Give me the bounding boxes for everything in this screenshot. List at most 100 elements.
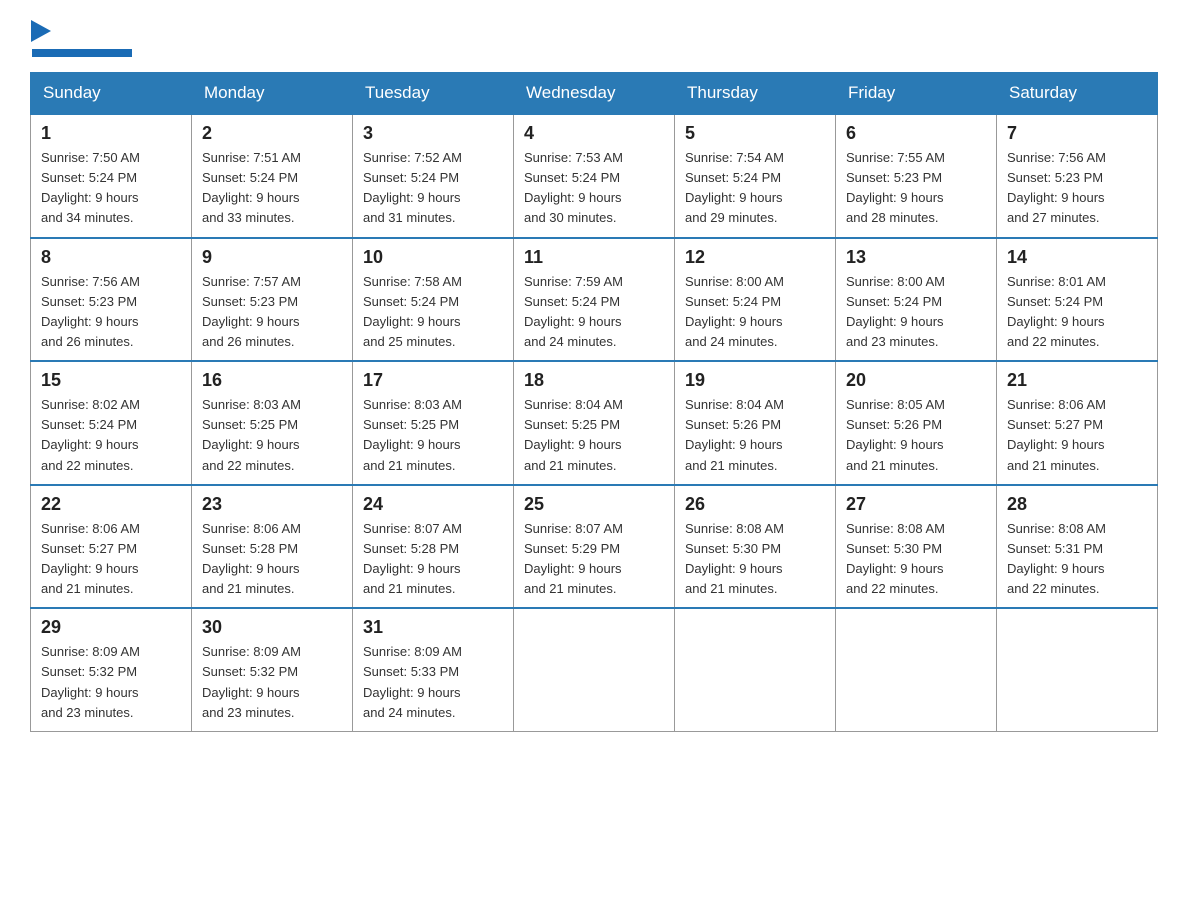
calendar-day-22: 22 Sunrise: 8:06 AM Sunset: 5:27 PM Dayl… bbox=[31, 485, 192, 609]
calendar-day-29: 29 Sunrise: 8:09 AM Sunset: 5:32 PM Dayl… bbox=[31, 608, 192, 731]
logo-triangle-icon bbox=[31, 20, 51, 42]
day-info: Sunrise: 7:54 AM Sunset: 5:24 PM Dayligh… bbox=[685, 148, 825, 229]
day-info: Sunrise: 8:06 AM Sunset: 5:28 PM Dayligh… bbox=[202, 519, 342, 600]
day-info: Sunrise: 8:09 AM Sunset: 5:33 PM Dayligh… bbox=[363, 642, 503, 723]
day-number: 9 bbox=[202, 247, 342, 268]
day-number: 14 bbox=[1007, 247, 1147, 268]
day-number: 8 bbox=[41, 247, 181, 268]
day-number: 17 bbox=[363, 370, 503, 391]
empty-cell bbox=[997, 608, 1158, 731]
calendar-day-23: 23 Sunrise: 8:06 AM Sunset: 5:28 PM Dayl… bbox=[192, 485, 353, 609]
calendar-day-19: 19 Sunrise: 8:04 AM Sunset: 5:26 PM Dayl… bbox=[675, 361, 836, 485]
calendar-day-8: 8 Sunrise: 7:56 AM Sunset: 5:23 PM Dayli… bbox=[31, 238, 192, 362]
day-info: Sunrise: 8:08 AM Sunset: 5:30 PM Dayligh… bbox=[846, 519, 986, 600]
day-number: 21 bbox=[1007, 370, 1147, 391]
day-info: Sunrise: 7:50 AM Sunset: 5:24 PM Dayligh… bbox=[41, 148, 181, 229]
calendar-day-9: 9 Sunrise: 7:57 AM Sunset: 5:23 PM Dayli… bbox=[192, 238, 353, 362]
empty-cell bbox=[675, 608, 836, 731]
calendar-day-11: 11 Sunrise: 7:59 AM Sunset: 5:24 PM Dayl… bbox=[514, 238, 675, 362]
calendar-day-26: 26 Sunrise: 8:08 AM Sunset: 5:30 PM Dayl… bbox=[675, 485, 836, 609]
calendar-day-31: 31 Sunrise: 8:09 AM Sunset: 5:33 PM Dayl… bbox=[353, 608, 514, 731]
day-info: Sunrise: 8:08 AM Sunset: 5:31 PM Dayligh… bbox=[1007, 519, 1147, 600]
day-info: Sunrise: 7:53 AM Sunset: 5:24 PM Dayligh… bbox=[524, 148, 664, 229]
day-number: 27 bbox=[846, 494, 986, 515]
day-number: 10 bbox=[363, 247, 503, 268]
day-number: 23 bbox=[202, 494, 342, 515]
day-info: Sunrise: 8:07 AM Sunset: 5:29 PM Dayligh… bbox=[524, 519, 664, 600]
day-number: 11 bbox=[524, 247, 664, 268]
logo bbox=[30, 20, 132, 62]
calendar-day-2: 2 Sunrise: 7:51 AM Sunset: 5:24 PM Dayli… bbox=[192, 114, 353, 238]
day-number: 16 bbox=[202, 370, 342, 391]
day-number: 24 bbox=[363, 494, 503, 515]
page-header bbox=[30, 20, 1158, 62]
weekday-header-sunday: Sunday bbox=[31, 73, 192, 115]
weekday-header-saturday: Saturday bbox=[997, 73, 1158, 115]
day-info: Sunrise: 8:05 AM Sunset: 5:26 PM Dayligh… bbox=[846, 395, 986, 476]
calendar-day-18: 18 Sunrise: 8:04 AM Sunset: 5:25 PM Dayl… bbox=[514, 361, 675, 485]
day-number: 28 bbox=[1007, 494, 1147, 515]
day-info: Sunrise: 8:07 AM Sunset: 5:28 PM Dayligh… bbox=[363, 519, 503, 600]
calendar-week-row-5: 29 Sunrise: 8:09 AM Sunset: 5:32 PM Dayl… bbox=[31, 608, 1158, 731]
calendar-day-13: 13 Sunrise: 8:00 AM Sunset: 5:24 PM Dayl… bbox=[836, 238, 997, 362]
calendar-day-15: 15 Sunrise: 8:02 AM Sunset: 5:24 PM Dayl… bbox=[31, 361, 192, 485]
calendar-day-6: 6 Sunrise: 7:55 AM Sunset: 5:23 PM Dayli… bbox=[836, 114, 997, 238]
day-info: Sunrise: 7:59 AM Sunset: 5:24 PM Dayligh… bbox=[524, 272, 664, 353]
day-info: Sunrise: 8:06 AM Sunset: 5:27 PM Dayligh… bbox=[41, 519, 181, 600]
day-number: 29 bbox=[41, 617, 181, 638]
day-number: 22 bbox=[41, 494, 181, 515]
calendar-day-10: 10 Sunrise: 7:58 AM Sunset: 5:24 PM Dayl… bbox=[353, 238, 514, 362]
day-info: Sunrise: 8:00 AM Sunset: 5:24 PM Dayligh… bbox=[685, 272, 825, 353]
calendar-day-24: 24 Sunrise: 8:07 AM Sunset: 5:28 PM Dayl… bbox=[353, 485, 514, 609]
calendar-table: SundayMondayTuesdayWednesdayThursdayFrid… bbox=[30, 72, 1158, 732]
weekday-header-wednesday: Wednesday bbox=[514, 73, 675, 115]
day-number: 31 bbox=[363, 617, 503, 638]
day-info: Sunrise: 8:08 AM Sunset: 5:30 PM Dayligh… bbox=[685, 519, 825, 600]
weekday-header-row: SundayMondayTuesdayWednesdayThursdayFrid… bbox=[31, 73, 1158, 115]
weekday-header-tuesday: Tuesday bbox=[353, 73, 514, 115]
calendar-day-27: 27 Sunrise: 8:08 AM Sunset: 5:30 PM Dayl… bbox=[836, 485, 997, 609]
day-number: 25 bbox=[524, 494, 664, 515]
day-info: Sunrise: 8:09 AM Sunset: 5:32 PM Dayligh… bbox=[202, 642, 342, 723]
calendar-day-21: 21 Sunrise: 8:06 AM Sunset: 5:27 PM Dayl… bbox=[997, 361, 1158, 485]
day-info: Sunrise: 8:00 AM Sunset: 5:24 PM Dayligh… bbox=[846, 272, 986, 353]
calendar-week-row-4: 22 Sunrise: 8:06 AM Sunset: 5:27 PM Dayl… bbox=[31, 485, 1158, 609]
day-info: Sunrise: 7:51 AM Sunset: 5:24 PM Dayligh… bbox=[202, 148, 342, 229]
day-info: Sunrise: 8:06 AM Sunset: 5:27 PM Dayligh… bbox=[1007, 395, 1147, 476]
day-info: Sunrise: 8:03 AM Sunset: 5:25 PM Dayligh… bbox=[202, 395, 342, 476]
day-info: Sunrise: 8:02 AM Sunset: 5:24 PM Dayligh… bbox=[41, 395, 181, 476]
day-number: 4 bbox=[524, 123, 664, 144]
day-number: 3 bbox=[363, 123, 503, 144]
calendar-week-row-1: 1 Sunrise: 7:50 AM Sunset: 5:24 PM Dayli… bbox=[31, 114, 1158, 238]
calendar-day-14: 14 Sunrise: 8:01 AM Sunset: 5:24 PM Dayl… bbox=[997, 238, 1158, 362]
day-number: 18 bbox=[524, 370, 664, 391]
day-number: 1 bbox=[41, 123, 181, 144]
calendar-day-16: 16 Sunrise: 8:03 AM Sunset: 5:25 PM Dayl… bbox=[192, 361, 353, 485]
calendar-day-7: 7 Sunrise: 7:56 AM Sunset: 5:23 PM Dayli… bbox=[997, 114, 1158, 238]
day-info: Sunrise: 8:04 AM Sunset: 5:25 PM Dayligh… bbox=[524, 395, 664, 476]
day-info: Sunrise: 7:52 AM Sunset: 5:24 PM Dayligh… bbox=[363, 148, 503, 229]
day-info: Sunrise: 8:01 AM Sunset: 5:24 PM Dayligh… bbox=[1007, 272, 1147, 353]
day-info: Sunrise: 8:09 AM Sunset: 5:32 PM Dayligh… bbox=[41, 642, 181, 723]
day-number: 20 bbox=[846, 370, 986, 391]
day-number: 19 bbox=[685, 370, 825, 391]
day-info: Sunrise: 8:04 AM Sunset: 5:26 PM Dayligh… bbox=[685, 395, 825, 476]
calendar-week-row-2: 8 Sunrise: 7:56 AM Sunset: 5:23 PM Dayli… bbox=[31, 238, 1158, 362]
logo-underline-icon bbox=[32, 49, 132, 57]
weekday-header-monday: Monday bbox=[192, 73, 353, 115]
calendar-day-5: 5 Sunrise: 7:54 AM Sunset: 5:24 PM Dayli… bbox=[675, 114, 836, 238]
day-number: 5 bbox=[685, 123, 825, 144]
day-info: Sunrise: 7:58 AM Sunset: 5:24 PM Dayligh… bbox=[363, 272, 503, 353]
day-number: 30 bbox=[202, 617, 342, 638]
day-number: 7 bbox=[1007, 123, 1147, 144]
empty-cell bbox=[836, 608, 997, 731]
day-info: Sunrise: 7:56 AM Sunset: 5:23 PM Dayligh… bbox=[41, 272, 181, 353]
day-info: Sunrise: 7:57 AM Sunset: 5:23 PM Dayligh… bbox=[202, 272, 342, 353]
calendar-day-17: 17 Sunrise: 8:03 AM Sunset: 5:25 PM Dayl… bbox=[353, 361, 514, 485]
day-info: Sunrise: 7:56 AM Sunset: 5:23 PM Dayligh… bbox=[1007, 148, 1147, 229]
calendar-day-30: 30 Sunrise: 8:09 AM Sunset: 5:32 PM Dayl… bbox=[192, 608, 353, 731]
day-number: 15 bbox=[41, 370, 181, 391]
day-number: 26 bbox=[685, 494, 825, 515]
day-number: 2 bbox=[202, 123, 342, 144]
day-info: Sunrise: 8:03 AM Sunset: 5:25 PM Dayligh… bbox=[363, 395, 503, 476]
